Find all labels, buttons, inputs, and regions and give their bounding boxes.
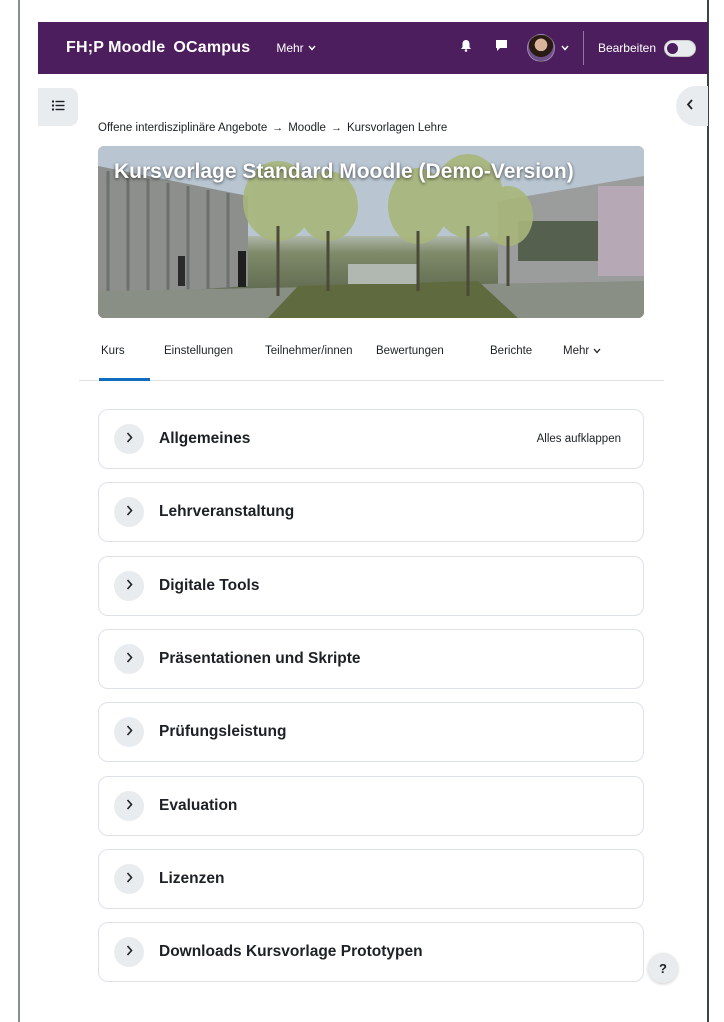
edit-mode-toggle[interactable] (664, 39, 696, 57)
course-section: Lehrveranstaltung (98, 482, 644, 542)
section-title[interactable]: Prüfungsleistung (159, 723, 286, 741)
section-title[interactable]: Lizenzen (159, 870, 224, 888)
brand-short: FH;P (66, 39, 105, 56)
tab-reports[interactable]: Berichte (490, 345, 532, 357)
chevron-right-icon (126, 503, 133, 521)
breadcrumb-item-category[interactable]: Offene interdisziplinäre Angebote (98, 122, 267, 134)
tab-participants[interactable]: Teilnehmer/innen (265, 345, 353, 357)
course-section: Downloads Kursvorlage Prototypen (98, 922, 644, 982)
primary-more-menu[interactable]: Mehr (276, 41, 316, 55)
chevron-right-icon (126, 943, 133, 961)
course-section: Allgemeines Alles aufklappen (98, 409, 644, 469)
tab-grades[interactable]: Bewertungen (376, 345, 444, 357)
section-toggle-button[interactable] (114, 424, 144, 454)
section-toggle-button[interactable] (114, 571, 144, 601)
chevron-right-icon (126, 430, 133, 448)
section-toggle-button[interactable] (114, 791, 144, 821)
bell-icon (460, 39, 472, 57)
chevron-down-icon (308, 43, 316, 53)
section-title[interactable]: Lehrveranstaltung (159, 503, 294, 521)
breadcrumb-item-moodle[interactable]: Moodle (288, 122, 326, 134)
navbar-user-area: Bearbeiten (441, 22, 708, 74)
tab-more-label: Mehr (563, 345, 590, 357)
breadcrumb: Offene interdisziplinäre Angebote → Mood… (98, 122, 447, 134)
notifications-button[interactable] (455, 37, 477, 59)
course-index-toggle[interactable] (38, 88, 78, 126)
chevron-right-icon (126, 797, 133, 815)
messages-button[interactable] (491, 37, 513, 59)
chevron-right-icon (126, 723, 133, 741)
section-title[interactable]: Präsentationen und Skripte (159, 650, 361, 668)
chevron-down-icon (593, 345, 601, 357)
section-title[interactable]: Evaluation (159, 797, 237, 815)
section-title[interactable]: Digitale Tools (159, 577, 259, 595)
top-navbar: FH;P Moodle OCampus Mehr Bearbeiten (38, 22, 708, 74)
chat-bubble-icon (495, 39, 508, 57)
window-frame-left (18, 0, 20, 1022)
primary-more-label: Mehr (276, 41, 304, 55)
course-secondary-nav: Kurs Einstellungen Teilnehmer/innen Bewe… (79, 343, 664, 381)
brand-campus: OCampus (173, 39, 251, 56)
chevron-left-icon (686, 97, 694, 115)
chevron-down-icon[interactable] (561, 43, 569, 53)
chevron-right-icon (126, 870, 133, 888)
chevron-right-icon (126, 577, 133, 595)
course-section: Präsentationen und Skripte (98, 629, 644, 689)
tab-more[interactable]: Mehr (563, 345, 601, 357)
section-toggle-button[interactable] (114, 864, 144, 894)
expand-all-link[interactable]: Alles aufklappen (537, 433, 621, 445)
active-tab-indicator (99, 378, 150, 381)
breadcrumb-separator: → (272, 122, 284, 134)
edit-mode-label: Bearbeiten (597, 41, 656, 55)
course-title: Kursvorlage Standard Moodle (Demo-Versio… (114, 160, 574, 183)
section-toggle-button[interactable] (114, 717, 144, 747)
course-section: Digitale Tools (98, 556, 644, 616)
section-toggle-button[interactable] (114, 937, 144, 967)
chevron-right-icon (126, 650, 133, 668)
breadcrumb-item-templates[interactable]: Kursvorlagen Lehre (347, 122, 447, 134)
course-section: Lizenzen (98, 849, 644, 909)
breadcrumb-separator: → (330, 122, 342, 134)
section-toggle-button[interactable] (114, 497, 144, 527)
tab-settings[interactable]: Einstellungen (164, 345, 233, 357)
site-logo[interactable]: FH;P Moodle OCampus (66, 39, 250, 57)
course-section: Prüfungsleistung (98, 702, 644, 762)
help-button[interactable]: ? (648, 953, 678, 983)
block-drawer-toggle[interactable] (676, 86, 708, 126)
list-icon (51, 98, 65, 116)
user-avatar[interactable] (526, 34, 555, 62)
brand-name: Moodle (108, 39, 166, 56)
course-section: Evaluation (98, 776, 644, 836)
window-frame-right (707, 0, 709, 1022)
section-title[interactable]: Allgemeines (159, 430, 250, 448)
navbar-divider (582, 31, 584, 65)
section-title[interactable]: Downloads Kursvorlage Prototypen (159, 943, 423, 961)
tab-course[interactable]: Kurs (101, 345, 125, 357)
section-toggle-button[interactable] (114, 644, 144, 674)
course-header-image: Kursvorlage Standard Moodle (Demo-Versio… (98, 146, 644, 318)
